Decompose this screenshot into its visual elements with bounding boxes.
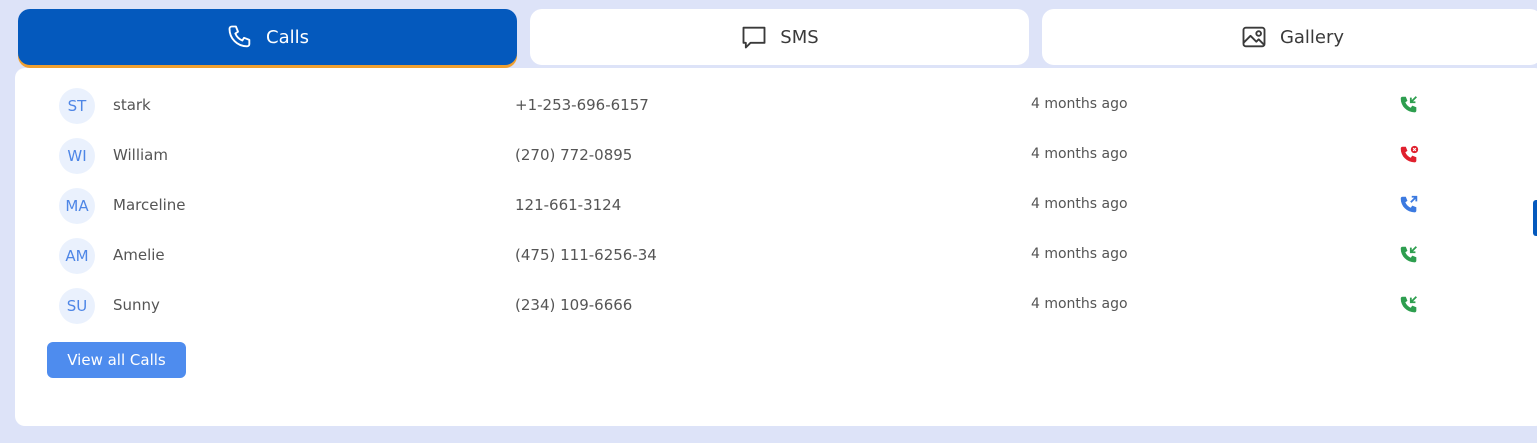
incoming-call-icon — [1398, 94, 1422, 118]
tab-sms[interactable]: SMS — [530, 9, 1029, 65]
call-row[interactable]: ST stark +1-253-696-6157 4 months ago — [15, 86, 1515, 136]
page: Calls SMS Gallery ST stark +1-253-696-61… — [0, 0, 1537, 443]
avatar: WI — [59, 138, 95, 174]
contact-name: Sunny — [113, 296, 160, 314]
call-row[interactable]: AM Amelie (475) 111-6256-34 4 months ago — [15, 236, 1515, 286]
contact-name: William — [113, 146, 168, 164]
avatar: AM — [59, 238, 95, 274]
avatar: SU — [59, 288, 95, 324]
call-time: 4 months ago — [1031, 296, 1128, 312]
avatar: MA — [59, 188, 95, 224]
image-icon — [1240, 23, 1268, 51]
contact-name: Amelie — [113, 246, 165, 264]
call-time: 4 months ago — [1031, 246, 1128, 262]
incoming-call-icon — [1398, 244, 1422, 268]
tab-gallery[interactable]: Gallery — [1042, 9, 1537, 65]
call-row[interactable]: SU Sunny (234) 109-6666 4 months ago — [15, 286, 1515, 336]
phone-icon — [226, 23, 254, 51]
phone-number: +1-253-696-6157 — [515, 96, 649, 114]
call-time: 4 months ago — [1031, 196, 1128, 212]
missed-call-icon — [1398, 144, 1422, 168]
avatar: ST — [59, 88, 95, 124]
phone-number: (475) 111-6256-34 — [515, 246, 657, 264]
phone-number: (270) 772-0895 — [515, 146, 633, 164]
view-all-calls-button[interactable]: View all Calls — [47, 342, 186, 378]
phone-number: 121-661-3124 — [515, 196, 622, 214]
call-time: 4 months ago — [1031, 96, 1128, 112]
incoming-call-icon — [1398, 294, 1422, 318]
phone-number: (234) 109-6666 — [515, 296, 633, 314]
contact-name: stark — [113, 96, 151, 114]
tab-label: SMS — [780, 26, 819, 48]
side-drawer-handle[interactable] — [1533, 200, 1537, 236]
tab-label: Calls — [266, 26, 309, 48]
call-time: 4 months ago — [1031, 146, 1128, 162]
tab-calls[interactable]: Calls — [18, 9, 517, 65]
chat-icon — [740, 23, 768, 51]
call-row[interactable]: WI William (270) 772-0895 4 months ago — [15, 136, 1515, 186]
tab-label: Gallery — [1279, 26, 1345, 48]
outgoing-call-icon — [1398, 194, 1422, 218]
calls-panel: ST stark +1-253-696-6157 4 months ago WI… — [15, 68, 1537, 426]
contact-name: Marceline — [113, 196, 186, 214]
call-row[interactable]: MA Marceline 121-661-3124 4 months ago — [15, 186, 1515, 236]
